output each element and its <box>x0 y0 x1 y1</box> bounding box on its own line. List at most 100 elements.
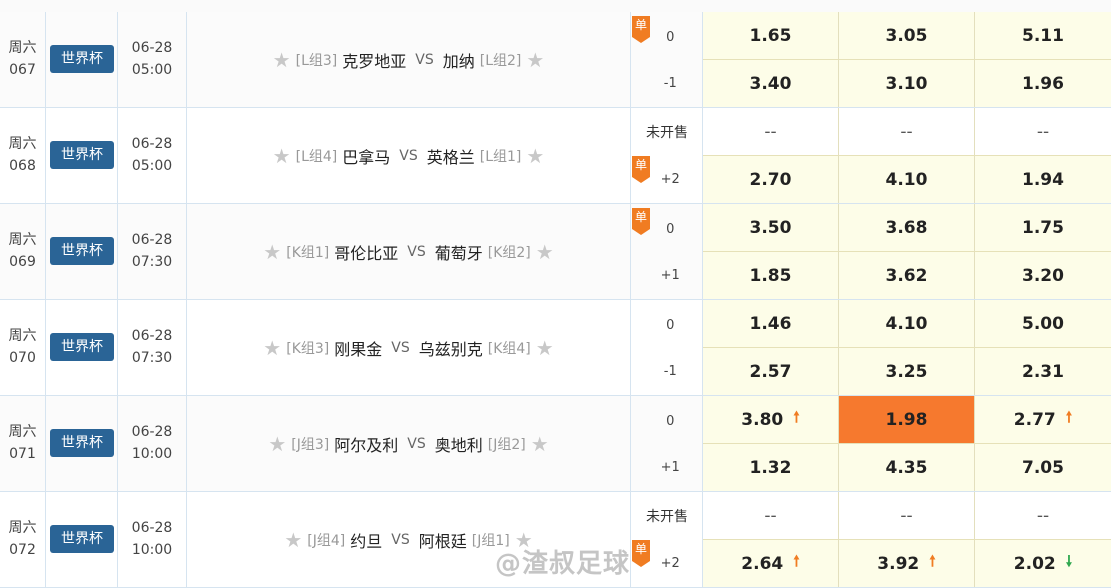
favorite-star-icon[interactable]: ★ <box>273 50 291 70</box>
odds-lose[interactable]: 3.20 <box>975 252 1111 299</box>
odds-row: 3.40 3.10 1.96 <box>703 60 1111 107</box>
favorite-star-icon[interactable]: ★ <box>273 146 291 166</box>
odds-draw[interactable]: 4.10 <box>839 156 975 203</box>
arrow-down-icon: 🠗 <box>1065 552 1073 570</box>
favorite-star-icon[interactable]: ★ <box>526 50 544 70</box>
away-team[interactable]: 葡萄牙 <box>435 240 483 264</box>
odds-row: 2.64 🠕 3.92 🠕 2.02 🠗 <box>703 540 1111 587</box>
home-team[interactable]: 巴拿马 <box>342 144 390 168</box>
odds-win[interactable]: 3.80 🠕 <box>703 396 839 443</box>
odds-lose[interactable]: 5.11 <box>975 12 1111 59</box>
weekday: 周六 <box>8 328 37 344</box>
league-badge[interactable]: 世界杯 <box>50 237 114 265</box>
odds-lose[interactable]: 2.77 🠕 <box>975 396 1111 443</box>
odds-win[interactable]: 2.64 🠕 <box>703 540 839 587</box>
odds-row: 3.80 🠕 1.98 2.77 🠕 <box>703 396 1111 444</box>
handicap-line: 0 <box>666 414 675 429</box>
home-team[interactable]: 克罗地亚 <box>342 48 406 72</box>
odds-row: -- -- -- <box>703 492 1111 540</box>
vs-label: VS <box>407 243 426 260</box>
odds-draw[interactable]: 3.92 🠕 <box>839 540 975 587</box>
home-team[interactable]: 刚果金 <box>334 336 382 360</box>
time-cell: 06-28 07:30 <box>118 300 187 395</box>
odds-cell: 3.50 3.68 1.75 1.85 3.62 3.20 <box>703 204 1111 299</box>
away-group: [L组2] <box>479 52 522 69</box>
match-time: 07:30 <box>131 254 173 270</box>
odds-lose[interactable]: 1.96 <box>975 60 1111 107</box>
odds-win[interactable]: 2.70 <box>703 156 839 203</box>
handicap-line: +1 <box>660 460 680 475</box>
away-team[interactable]: 加纳 <box>443 48 475 72</box>
favorite-star-icon[interactable]: ★ <box>284 530 302 550</box>
away-group: [K组2] <box>487 244 531 261</box>
favorite-star-icon[interactable]: ★ <box>263 242 281 262</box>
match-date: 06-28 <box>131 520 173 536</box>
odds-lose[interactable]: 2.02 🠗 <box>975 540 1111 587</box>
home-team[interactable]: 哥伦比亚 <box>334 240 398 264</box>
handicap-cell: 0 +1 <box>631 396 703 491</box>
match-cell: ★ [K组3] 刚果金 VS 乌兹别克 [K组4] ★ <box>187 300 631 395</box>
arrow-up-icon: 🠕 <box>1065 408 1073 426</box>
league-badge[interactable]: 世界杯 <box>50 141 114 169</box>
favorite-star-icon[interactable]: ★ <box>536 242 554 262</box>
arrow-up-icon: 🠕 <box>793 552 800 570</box>
odds-lose[interactable]: 1.94 <box>975 156 1111 203</box>
odds-draw-highlighted[interactable]: 1.98 <box>839 396 975 443</box>
favorite-star-icon[interactable]: ★ <box>263 338 281 358</box>
away-team[interactable]: 英格兰 <box>427 144 475 168</box>
odds-win[interactable]: 1.46 <box>703 300 839 347</box>
handicap-line: +2 <box>660 556 680 571</box>
odds-win[interactable]: 3.40 <box>703 60 839 107</box>
away-team[interactable]: 乌兹别克 <box>419 336 483 360</box>
odds-lose[interactable]: 2.31 <box>975 348 1111 395</box>
odds-draw: -- <box>839 492 975 539</box>
match-number: 069 <box>9 254 36 270</box>
odds-row: 1.32 4.35 7.05 <box>703 444 1111 491</box>
match-date: 06-28 <box>131 40 173 56</box>
odds-draw[interactable]: 3.62 <box>839 252 975 299</box>
weekday: 周六 <box>8 424 37 440</box>
league-cell: 世界杯 <box>46 12 118 107</box>
odds-win[interactable]: 1.85 <box>703 252 839 299</box>
odds-row: 2.70 4.10 1.94 <box>703 156 1111 203</box>
odds-win[interactable]: 1.65 <box>703 12 839 59</box>
match-date: 06-28 <box>131 328 173 344</box>
odds-lose[interactable]: 1.75 <box>975 204 1111 251</box>
odds-win[interactable]: 1.32 <box>703 444 839 491</box>
home-team[interactable]: 约旦 <box>350 528 382 552</box>
away-team[interactable]: 奥地利 <box>435 432 483 456</box>
odds-lose[interactable]: 7.05 <box>975 444 1111 491</box>
vs-label: VS <box>399 147 418 164</box>
away-team[interactable]: 阿根廷 <box>419 528 467 552</box>
league-badge[interactable]: 世界杯 <box>50 45 114 73</box>
odds-draw[interactable]: 3.10 <box>839 60 975 107</box>
time-cell: 06-28 05:00 <box>118 108 187 203</box>
odds-cell: 3.80 🠕 1.98 2.77 🠕 1.32 4.35 7.05 <box>703 396 1111 491</box>
favorite-star-icon[interactable]: ★ <box>531 434 549 454</box>
odds-win[interactable]: 3.50 <box>703 204 839 251</box>
time-cell: 06-28 07:30 <box>118 204 187 299</box>
odds-lose: -- <box>1036 121 1050 142</box>
odds-draw[interactable]: 4.10 <box>839 300 975 347</box>
odds-lose: -- <box>1036 505 1050 526</box>
home-team[interactable]: 阿尔及利 <box>334 432 398 456</box>
odds-row: -- -- -- <box>703 108 1111 156</box>
league-badge[interactable]: 世界杯 <box>50 525 114 553</box>
odds-row: 2.57 3.25 2.31 <box>703 348 1111 395</box>
time-cell: 06-28 10:00 <box>118 396 187 491</box>
favorite-star-icon[interactable]: ★ <box>536 338 554 358</box>
vs-label: VS <box>391 339 410 356</box>
league-badge[interactable]: 世界杯 <box>50 333 114 361</box>
favorite-star-icon[interactable]: ★ <box>268 434 286 454</box>
odds-draw[interactable]: 3.25 <box>839 348 975 395</box>
odds-lose[interactable]: 5.00 <box>975 300 1111 347</box>
odds-draw[interactable]: 3.05 <box>839 12 975 59</box>
odds-draw[interactable]: 3.68 <box>839 204 975 251</box>
home-group: [L组3] <box>295 52 338 69</box>
odds-row: 3.50 3.68 1.75 <box>703 204 1111 252</box>
odds-win[interactable]: 2.57 <box>703 348 839 395</box>
favorite-star-icon[interactable]: ★ <box>526 146 544 166</box>
odds-draw[interactable]: 4.35 <box>839 444 975 491</box>
league-badge[interactable]: 世界杯 <box>50 429 114 457</box>
odds-row: 1.46 4.10 5.00 <box>703 300 1111 348</box>
